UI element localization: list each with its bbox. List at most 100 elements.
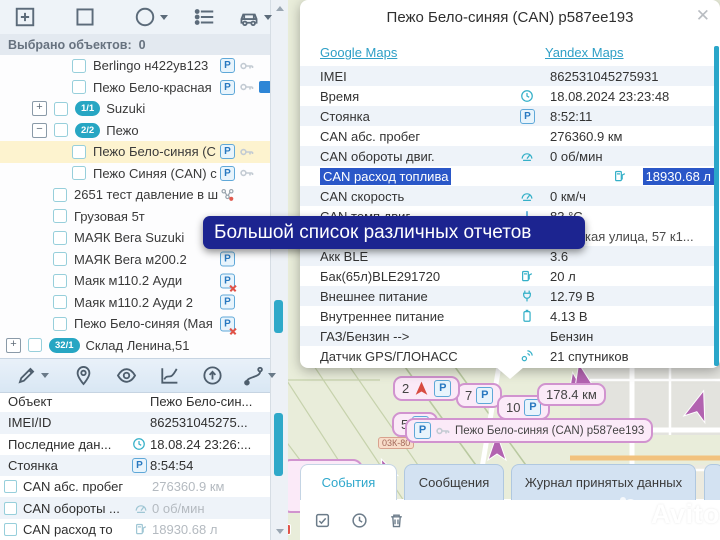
key-icon[interactable]	[239, 58, 255, 74]
geofence-circle-icon[interactable]	[134, 6, 168, 28]
parking-badge[interactable]: P	[220, 80, 235, 95]
detail-row[interactable]: ГАЗ/Бензин -->Бензин	[300, 326, 714, 346]
checkbox[interactable]	[53, 317, 67, 331]
tree-item[interactable]: Маяк м110.2 Ауди 2P	[0, 292, 270, 314]
key-icon[interactable]	[239, 144, 255, 160]
tree-item[interactable]: Маяк м110.2 АудиP	[0, 270, 270, 292]
popup-scrollbar[interactable]	[714, 46, 719, 366]
scroll-up-icon[interactable]	[276, 6, 284, 11]
tree-group[interactable]: +1/1Suzuki	[0, 98, 270, 120]
locate-pin-icon[interactable]	[73, 365, 94, 386]
visibility-eye-icon[interactable]	[116, 365, 137, 386]
table-row[interactable]: СтоянкаP8:54:54	[0, 455, 270, 476]
row-value: 12.79 В	[550, 289, 595, 304]
detail-row[interactable]: Акк BLE3.6	[300, 246, 714, 266]
checkbox[interactable]	[53, 209, 67, 223]
detail-row[interactable]: Время18.08.2024 23:23:48	[300, 86, 714, 106]
parking-badge[interactable]: P	[220, 58, 235, 73]
table-row[interactable]: CAN абс. пробег276360.9 км	[0, 476, 270, 497]
sidebar-scrollbar[interactable]	[270, 0, 288, 540]
collapse-icon[interactable]: −	[32, 123, 47, 138]
expand-all-icon[interactable]	[14, 6, 36, 28]
parking-badge[interactable]: P	[220, 295, 235, 310]
scrollbar-thumb[interactable]	[274, 413, 283, 476]
tree-item[interactable]: 2651 тест давление в ш	[0, 184, 270, 206]
tree-item[interactable]: Berlingo н422ув123P	[0, 55, 270, 77]
detail-row[interactable]: Датчик GPS/ГЛОНАСС21 спутников	[300, 346, 714, 366]
detail-row[interactable]: СтоянкаP8:52:11	[300, 106, 714, 126]
edit-icon[interactable]	[16, 365, 49, 386]
table-row[interactable]: CAN расход то18930.68 л	[0, 519, 270, 540]
parking-badge[interactable]: P	[220, 166, 235, 181]
tree-item[interactable]: Пежо Синяя (CAN) сP	[0, 163, 270, 185]
detail-row[interactable]: Бак(65л)BLE29172020 л	[300, 266, 714, 286]
checkbox[interactable]	[28, 338, 42, 352]
tab-messages[interactable]: Сообщения	[404, 464, 504, 500]
parking-badge[interactable]: P	[220, 144, 235, 159]
checkbox[interactable]	[72, 80, 86, 94]
list-view-icon[interactable]	[194, 6, 216, 28]
checkbox[interactable]	[72, 166, 86, 180]
checkbox[interactable]	[4, 502, 17, 515]
detail-row[interactable]: CAN абс. пробег276360.9 км	[300, 126, 714, 146]
export-up-icon[interactable]	[202, 365, 223, 386]
table-row[interactable]: Последние дан...18.08.24 23:26:...	[0, 434, 270, 455]
route-track-icon[interactable]	[243, 365, 276, 386]
checkbox[interactable]	[4, 480, 17, 493]
parking-badge[interactable]: P	[220, 252, 235, 267]
checkbox[interactable]	[54, 123, 68, 137]
tree-item[interactable]: Пежо Бело-краснаяP	[0, 77, 270, 99]
fuel-icon	[613, 169, 643, 183]
tree-group[interactable]: +32/1Склад Ленина,51	[0, 335, 270, 357]
google-maps-link[interactable]: Google Maps	[320, 45, 397, 60]
key-icon[interactable]	[239, 165, 255, 181]
detail-row[interactable]: Внутреннее питание4.13 В	[300, 306, 714, 326]
tree-item[interactable]: МАЯК Вега м200.2P	[0, 249, 270, 271]
close-icon[interactable]: ✕	[696, 6, 710, 26]
scroll-down-icon[interactable]	[276, 529, 284, 534]
detail-row[interactable]: CAN обороты двиг.0 об/мин	[300, 146, 714, 166]
checkbox[interactable]	[53, 295, 67, 309]
expand-icon[interactable]: +	[32, 101, 47, 116]
checkbox[interactable]	[54, 102, 68, 116]
tab-partial[interactable]	[704, 464, 720, 500]
map-cluster-marker[interactable]: 7 P	[456, 383, 502, 408]
expand-icon[interactable]: +	[6, 338, 21, 353]
tab-events[interactable]: События	[300, 464, 397, 500]
parking-badge-crossed[interactable]: P	[220, 273, 235, 288]
checkbox[interactable]	[4, 523, 17, 536]
scrollbar-thumb[interactable]	[274, 300, 283, 333]
table-row[interactable]: CAN обороты ...0 об/мин	[0, 497, 270, 518]
yandex-maps-link[interactable]: Yandex Maps	[545, 45, 624, 60]
key-icon[interactable]	[239, 79, 255, 95]
tree-item-highlighted[interactable]: Пежо Бело-синяя (С P	[0, 141, 270, 163]
detail-row[interactable]: IMEI862531045275931	[300, 66, 714, 86]
selected-objects-count: 0	[139, 38, 146, 52]
unit-map-tooltip[interactable]: P Пежо Бело-синяя (CAN) p587ee193	[405, 418, 653, 443]
detail-row[interactable]: CAN скорость0 км/ч	[300, 186, 714, 206]
detail-row-selected[interactable]: CAN расход топлива18930.68 л	[300, 166, 714, 186]
checkbox[interactable]	[72, 145, 86, 159]
tab-data-log[interactable]: Журнал принятых данных	[511, 464, 696, 500]
popup-title: Пежо Бело-синяя (CAN) p587ee193	[300, 9, 720, 26]
table-row[interactable]: IMEI/ID862531045275...	[0, 412, 270, 433]
parking-badge-crossed[interactable]: P	[220, 316, 235, 331]
checkbox[interactable]	[72, 59, 86, 73]
checkbox[interactable]	[53, 231, 67, 245]
checkbox[interactable]	[53, 252, 67, 266]
select-checkbox-icon[interactable]	[314, 512, 331, 529]
detail-row[interactable]: Внешнее питание12.79 В	[300, 286, 714, 306]
unit-label: Пежо Бело-синяя (С	[93, 144, 216, 159]
select-square-icon[interactable]	[74, 6, 96, 28]
tree-item[interactable]: Пежо Бело-синяя (МаяP	[0, 313, 270, 335]
row-label: ГАЗ/Бензин -->	[320, 329, 520, 344]
map-cluster-marker[interactable]: 2 P	[393, 376, 460, 401]
vehicle-filter-icon[interactable]	[238, 6, 272, 28]
chart-icon[interactable]	[159, 365, 180, 386]
time-filter-icon[interactable]	[351, 512, 368, 529]
checkbox[interactable]	[53, 188, 67, 202]
delete-trash-icon[interactable]	[388, 512, 405, 529]
tree-group[interactable]: −2/2Пежо	[0, 120, 270, 142]
table-row[interactable]: ОбъектПежо Бело-син...	[0, 391, 270, 412]
checkbox[interactable]	[53, 274, 67, 288]
